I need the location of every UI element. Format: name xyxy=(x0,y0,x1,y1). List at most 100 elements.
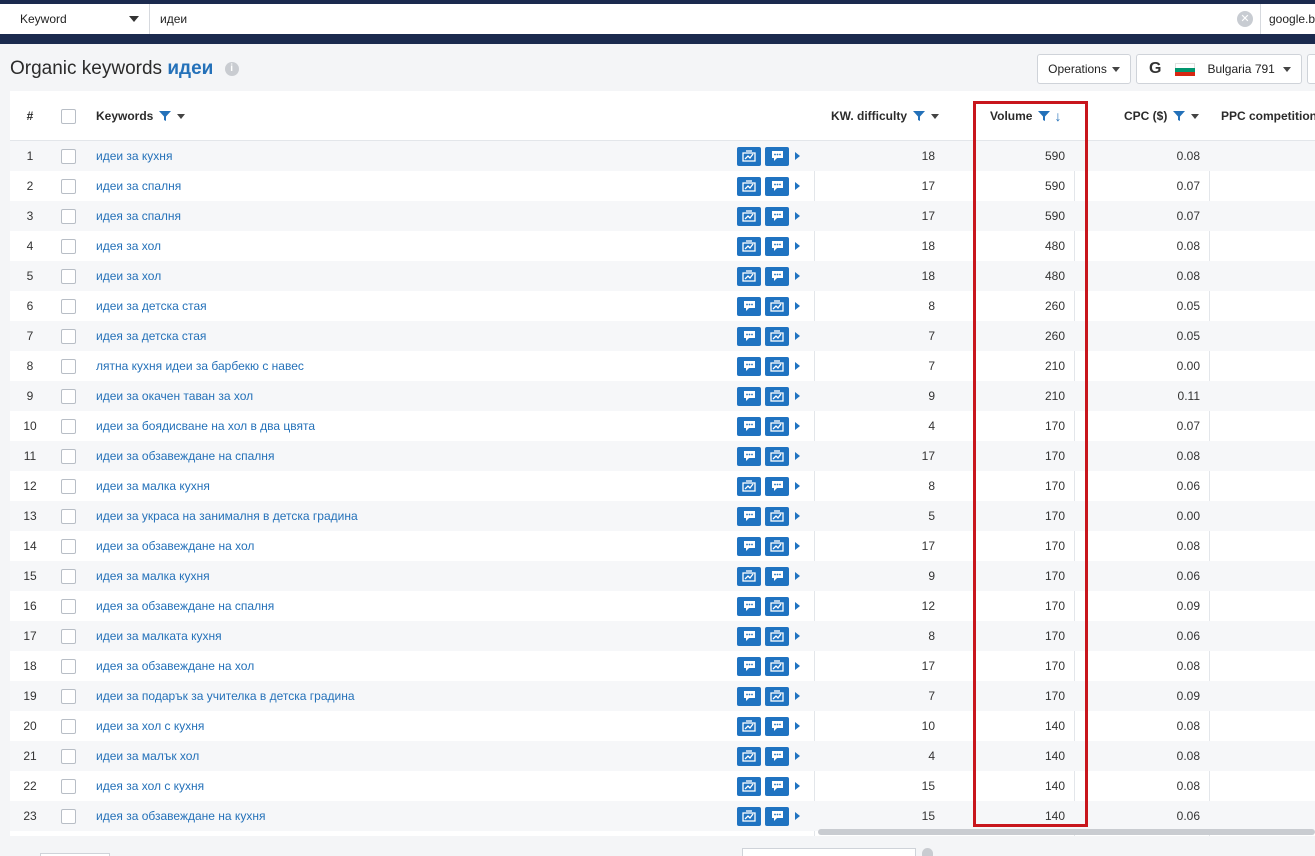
chart-button[interactable] xyxy=(737,206,761,226)
comment-button[interactable] xyxy=(765,476,789,496)
col-header-ppc[interactable]: PPC competition, xyxy=(1221,91,1315,141)
chart-button[interactable] xyxy=(765,446,789,466)
keyword-link[interactable]: идея за обзавеждане на хол xyxy=(96,651,736,681)
comment-button[interactable] xyxy=(765,176,789,196)
table-row[interactable]: 11 идеи за обзавеждане на спалня 17 170 0.08 xyxy=(10,441,1315,471)
chevron-right-icon[interactable] xyxy=(795,152,800,160)
chart-button[interactable] xyxy=(737,176,761,196)
filter-icon[interactable] xyxy=(913,110,925,122)
table-row[interactable]: 13 идеи за украса на занималня в детска г… xyxy=(10,501,1315,531)
chart-button[interactable] xyxy=(765,596,789,616)
chevron-right-icon[interactable] xyxy=(795,392,800,400)
keyword-link[interactable]: лятна кухня идеи за барбекю с навес xyxy=(96,351,736,381)
operations-button[interactable]: Operations xyxy=(1037,54,1131,84)
row-checkbox[interactable] xyxy=(61,178,76,194)
row-checkbox[interactable] xyxy=(61,448,76,464)
search-type-select[interactable]: Keyword xyxy=(0,4,150,34)
table-row[interactable]: 2 идеи за спалня 17 590 0.07 xyxy=(10,171,1315,201)
keyword-link[interactable]: идея за обзавеждане на спалня xyxy=(96,591,736,621)
chevron-right-icon[interactable] xyxy=(795,302,800,310)
comment-button[interactable] xyxy=(765,266,789,286)
info-icon[interactable] xyxy=(922,848,933,856)
chevron-right-icon[interactable] xyxy=(795,242,800,250)
keyword-link[interactable]: идеи за украса на занималня в детска гра… xyxy=(96,501,736,531)
table-row[interactable]: 21 идеи за малък хол 4 140 0.08 xyxy=(10,741,1315,771)
chart-button[interactable] xyxy=(737,146,761,166)
table-row[interactable]: 10 идеи за боядисване на хол в два цвята 4… xyxy=(10,411,1315,441)
comment-button[interactable] xyxy=(737,536,761,556)
comment-button[interactable] xyxy=(737,626,761,646)
chevron-right-icon[interactable] xyxy=(795,602,800,610)
col-header-cpc[interactable]: CPC ($) xyxy=(1124,91,1200,141)
keyword-link[interactable]: идея за малка кухня xyxy=(96,561,736,591)
more-button[interactable] xyxy=(1307,54,1315,84)
keyword-link[interactable]: идеи за подарък за учителка в детска гра… xyxy=(96,681,736,711)
filter-icon[interactable] xyxy=(1173,110,1186,122)
chevron-right-icon[interactable] xyxy=(795,572,800,580)
row-checkbox[interactable] xyxy=(61,418,76,434)
row-checkbox[interactable] xyxy=(61,298,76,314)
row-checkbox[interactable] xyxy=(61,808,76,824)
row-checkbox[interactable] xyxy=(61,358,76,374)
comment-button[interactable] xyxy=(737,446,761,466)
row-checkbox[interactable] xyxy=(61,388,76,404)
table-row[interactable]: 3 идея за спалня 17 590 0.07 xyxy=(10,201,1315,231)
row-checkbox[interactable] xyxy=(61,598,76,614)
keyword-link[interactable]: идеи за хол с кухня xyxy=(96,711,736,741)
keyword-link[interactable]: идея за детска стая xyxy=(96,321,736,351)
row-checkbox[interactable] xyxy=(61,628,76,644)
filter-icon[interactable] xyxy=(159,110,172,122)
chart-button[interactable] xyxy=(737,776,761,796)
table-row[interactable]: 1 идеи за кухня 18 590 0.08 xyxy=(10,141,1315,171)
chevron-right-icon[interactable] xyxy=(795,362,800,370)
chevron-right-icon[interactable] xyxy=(795,662,800,670)
keyword-link[interactable]: идеи за хол xyxy=(96,261,736,291)
search-input[interactable] xyxy=(150,4,1260,34)
chart-button[interactable] xyxy=(737,806,761,826)
keyword-link[interactable]: идеи за малка кухня xyxy=(96,471,736,501)
filter-icon[interactable] xyxy=(1038,110,1051,122)
table-row[interactable]: 6 идеи за детска стая 8 260 0.05 xyxy=(10,291,1315,321)
comment-button[interactable] xyxy=(737,416,761,436)
col-header-keywords[interactable]: Keywords xyxy=(96,91,186,141)
horizontal-scrollbar[interactable] xyxy=(818,829,1315,835)
info-icon[interactable]: i xyxy=(224,61,239,76)
chevron-right-icon[interactable] xyxy=(795,542,800,550)
col-header-volume[interactable]: Volume ↓ xyxy=(990,91,1061,141)
sort-descending-icon[interactable]: ↓ xyxy=(1054,108,1061,124)
row-checkbox[interactable] xyxy=(61,538,76,554)
keyword-link[interactable]: идеи за спалня xyxy=(96,171,736,201)
comment-button[interactable] xyxy=(737,506,761,526)
comment-button[interactable] xyxy=(765,746,789,766)
row-checkbox[interactable] xyxy=(61,328,76,344)
chevron-right-icon[interactable] xyxy=(795,272,800,280)
table-row[interactable]: 14 идеи за обзавеждане на хол 17 170 0.08 xyxy=(10,531,1315,561)
table-row[interactable]: 12 идеи за малка кухня 8 170 0.06 xyxy=(10,471,1315,501)
keyword-link[interactable]: идея за хол с кухня xyxy=(96,771,736,801)
comment-button[interactable] xyxy=(765,776,789,796)
chevron-right-icon[interactable] xyxy=(795,332,800,340)
keyword-link[interactable]: идеи за кухня xyxy=(96,141,736,171)
comment-button[interactable] xyxy=(737,326,761,346)
chevron-right-icon[interactable] xyxy=(795,212,800,220)
chart-button[interactable] xyxy=(765,296,789,316)
chart-button[interactable] xyxy=(765,506,789,526)
keyword-link[interactable]: идея за спалня xyxy=(96,201,736,231)
table-row[interactable]: 4 идея за хол 18 480 0.08 xyxy=(10,231,1315,261)
chevron-down-icon[interactable] xyxy=(177,113,186,119)
row-checkbox[interactable] xyxy=(61,778,76,794)
comment-button[interactable] xyxy=(765,236,789,256)
chevron-down-icon[interactable] xyxy=(1191,113,1200,119)
chart-button[interactable] xyxy=(737,476,761,496)
row-checkbox[interactable] xyxy=(61,718,76,734)
chevron-right-icon[interactable] xyxy=(795,182,800,190)
comment-button[interactable] xyxy=(765,566,789,586)
chevron-right-icon[interactable] xyxy=(795,722,800,730)
keyword-link[interactable]: идея за обзавеждане на кухня xyxy=(96,801,736,831)
chevron-right-icon[interactable] xyxy=(795,752,800,760)
chart-button[interactable] xyxy=(765,626,789,646)
chevron-down-icon[interactable] xyxy=(931,113,939,119)
search-engine-field[interactable]: google.b xyxy=(1260,4,1315,34)
row-checkbox[interactable] xyxy=(61,568,76,584)
row-checkbox[interactable] xyxy=(61,748,76,764)
